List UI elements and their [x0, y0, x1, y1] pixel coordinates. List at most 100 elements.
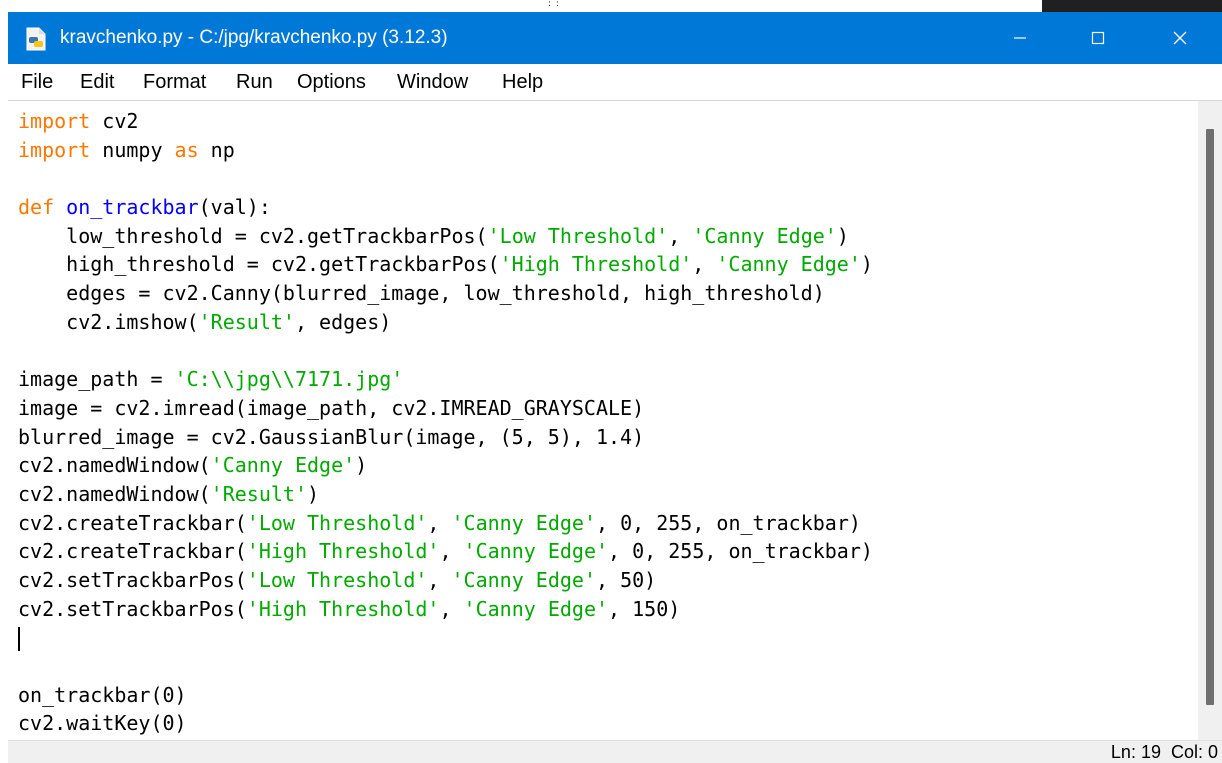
menu-file[interactable]: File — [21, 64, 53, 100]
code-token: numpy — [90, 137, 175, 162]
code-token: ) — [306, 481, 320, 506]
code-line[interactable]: cv2.createTrackbar('High Threshold', 'Ca… — [18, 537, 1198, 566]
code-line[interactable] — [18, 164, 1198, 193]
code-token: np — [198, 137, 235, 162]
code-line[interactable]: image = cv2.imread(image_path, cv2.IMREA… — [18, 394, 1198, 423]
code-token: , — [439, 596, 464, 621]
menu-bar: File Edit Format Run Options Window Help — [8, 64, 1222, 100]
close-icon — [1173, 31, 1187, 45]
code-token: 'Low Threshold' — [246, 568, 428, 592]
minimize-button[interactable] — [984, 12, 1056, 64]
code-token: def — [18, 195, 55, 220]
background-window-edge — [1042, 0, 1222, 12]
code-token: 'Result' — [198, 309, 295, 334]
code-token: ) — [860, 252, 873, 277]
code-token: 'Result' — [210, 481, 307, 506]
code-token: high_threshold = cv2.getTrackbarPos( — [18, 252, 500, 277]
code-token: on_trackbar — [66, 195, 199, 220]
code-token: , — [427, 568, 452, 592]
code-token: cv2.namedWindow( — [18, 481, 211, 506]
window-title: kravchenko.py - C:/jpg/kravchenko.py (3.… — [60, 27, 448, 48]
code-token: low_threshold = cv2.getTrackbarPos( — [18, 223, 488, 248]
code-editor[interactable]: import cv2 import numpy as np def on_trac… — [8, 100, 1222, 741]
code-token: ) — [836, 223, 849, 248]
code-token: as — [174, 137, 199, 162]
code-token: cv2.createTrackbar( — [18, 539, 247, 564]
code-line[interactable]: cv2.namedWindow('Result') — [18, 480, 1198, 509]
code-line[interactable]: on_trackbar(0) — [18, 681, 1198, 710]
code-line[interactable]: high_threshold = cv2.getTrackbarPos('Hig… — [18, 250, 1198, 279]
code-token: 'Low Threshold' — [246, 510, 428, 535]
code-token: cv2.namedWindow( — [18, 453, 211, 478]
minimize-icon — [1014, 37, 1026, 39]
maximize-button[interactable] — [1062, 12, 1134, 64]
code-token: on_trackbar(0) — [18, 682, 187, 707]
title-bar[interactable]: kravchenko.py - C:/jpg/kravchenko.py (3.… — [8, 12, 1222, 64]
code-line[interactable]: cv2.imshow('Result', edges) — [18, 308, 1198, 337]
code-token: 'Canny Edge' — [451, 568, 597, 592]
menu-format[interactable]: Format — [143, 64, 206, 100]
code-token: 'High Threshold' — [246, 596, 440, 621]
code-token: blurred_image = cv2.GaussianBlur(image, … — [18, 424, 645, 449]
code-token: , — [427, 510, 452, 535]
code-token: image_path = — [18, 367, 175, 392]
code-line[interactable]: import numpy as np — [18, 136, 1198, 165]
code-text-area[interactable]: import cv2 import numpy as np def on_trac… — [18, 107, 1198, 741]
code-token: 'High Threshold' — [246, 539, 440, 564]
code-line[interactable]: def on_trackbar(val): — [18, 193, 1198, 222]
code-token: , 0, 255, on_trackbar) — [596, 510, 861, 535]
code-line[interactable]: blurred_image = cv2.GaussianBlur(image, … — [18, 423, 1198, 452]
maximize-icon — [1091, 31, 1105, 45]
menu-help[interactable]: Help — [502, 64, 543, 100]
code-line[interactable]: image_path = 'C:\\jpg\\7171.jpg' — [18, 365, 1198, 394]
code-token: import — [18, 109, 91, 133]
close-button[interactable] — [1144, 12, 1216, 64]
code-line[interactable]: cv2.setTrackbarPos('High Threshold', 'Ca… — [18, 595, 1198, 624]
code-token: cv2.waitKey(0) — [18, 711, 187, 736]
cursor-position: Ln: 19 Col: 0 — [1110, 742, 1218, 762]
code-line[interactable]: import cv2 — [18, 107, 1198, 136]
code-token: 'Canny Edge' — [716, 252, 861, 277]
code-line[interactable]: cv2.namedWindow('Canny Edge') — [18, 451, 1198, 480]
vertical-scrollbar[interactable] — [1198, 101, 1222, 741]
text-cursor — [18, 626, 20, 651]
code-line[interactable] — [18, 337, 1198, 366]
code-line[interactable]: cv2.setTrackbarPos('Low Threshold', 'Can… — [18, 566, 1198, 595]
code-token: , — [668, 223, 693, 248]
code-token: 'Canny Edge' — [451, 510, 597, 535]
menu-options[interactable]: Options — [297, 64, 366, 100]
code-token: , 0, 255, on_trackbar) — [608, 539, 873, 564]
code-line[interactable]: edges = cv2.Canny(blurred_image, low_thr… — [18, 279, 1198, 308]
desktop-mark: : : — [548, 0, 560, 9]
code-token: image = cv2.imread(image_path, cv2.IMREA… — [18, 395, 645, 420]
code-token: 'Canny Edge' — [463, 596, 609, 621]
idle-editor-window: kravchenko.py - C:/jpg/kravchenko.py (3.… — [8, 12, 1222, 763]
code-token: 'Canny Edge' — [210, 453, 356, 478]
code-token: 'C:\\jpg\\7171.jpg' — [174, 367, 404, 392]
code-line[interactable]: cv2.createTrackbar('Low Threshold', 'Can… — [18, 509, 1198, 538]
menu-edit[interactable]: Edit — [80, 64, 114, 100]
screen: : : kravchenko.py - C:/jpg/kravchenko.py… — [0, 0, 1222, 763]
code-token: (val): — [198, 195, 271, 220]
code-token: , 50) — [596, 568, 657, 592]
code-token: ) — [355, 453, 368, 478]
code-line[interactable]: low_threshold = cv2.getTrackbarPos('Low … — [18, 222, 1198, 251]
code-line[interactable] — [18, 652, 1198, 681]
menu-run[interactable]: Run — [236, 64, 273, 100]
code-token: cv2.setTrackbarPos( — [18, 596, 247, 621]
menu-window[interactable]: Window — [397, 64, 468, 100]
code-token: cv2.createTrackbar( — [18, 510, 247, 535]
desktop-background — [0, 0, 1222, 12]
code-token: , — [692, 252, 717, 277]
code-token: , edges) — [294, 309, 392, 334]
code-token: import — [18, 137, 91, 162]
code-token: cv2.imshow( — [18, 309, 199, 334]
code-token: 'High Threshold' — [499, 252, 693, 277]
code-token: cv2.setTrackbarPos( — [18, 568, 247, 592]
code-line[interactable]: cv2.waitKey(0) — [18, 709, 1198, 738]
code-token: 'Canny Edge' — [692, 223, 837, 248]
code-line[interactable] — [18, 623, 1198, 652]
scrollbar-thumb[interactable] — [1206, 129, 1214, 705]
code-token: cv2 — [90, 109, 139, 133]
